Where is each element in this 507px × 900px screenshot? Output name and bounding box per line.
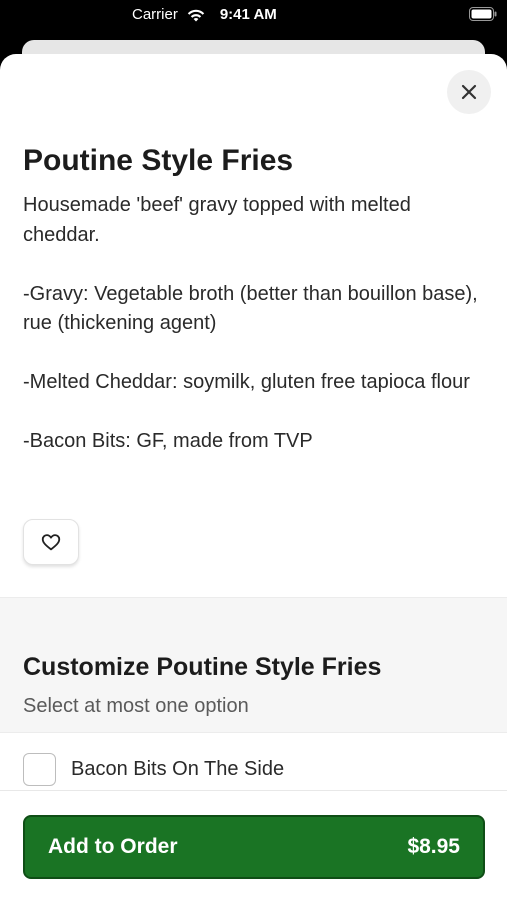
heart-icon [41,534,61,551]
status-bar: Carrier 9:41 AM [0,0,507,34]
description-line: -Gravy: Vegetable broth (better than bou… [23,282,478,335]
close-icon [461,84,477,100]
order-price: $8.95 [407,835,460,858]
item-description: Housemade 'beef' gravy topped with melte… [23,191,485,457]
description-line: Housemade 'beef' gravy topped with melte… [23,194,411,246]
clock-time: 9:41 AM [219,6,277,23]
customize-title: Customize Poutine Style Fries [23,653,382,681]
customize-section: Customize Poutine Style Fries Select at … [0,597,507,732]
carrier-label: Carrier [132,6,178,23]
item-title: Poutine Style Fries [23,144,294,177]
add-to-order-label: Add to Order [48,835,178,858]
item-detail-sheet: Poutine Style Fries Housemade 'beef' gra… [0,54,507,900]
option-label: Bacon Bits On The Side [71,758,285,780]
customize-subtitle: Select at most one option [23,695,249,717]
option-checkbox[interactable] [23,753,56,786]
wifi-icon [187,9,205,21]
description-line: -Melted Cheddar: soymilk, gluten free ta… [23,371,470,393]
status-left: Carrier 9:41 AM [132,6,277,23]
add-to-order-button[interactable]: Add to Order $8.95 [23,815,485,879]
description-line: -Bacon Bits: GF, made from TVP [23,430,313,452]
option-row[interactable]: Bacon Bits On The Side [0,732,507,792]
battery-icon [469,7,497,21]
close-button[interactable] [447,70,491,114]
bottom-bar: Add to Order $8.95 [0,790,507,900]
favorite-button[interactable] [23,519,79,565]
